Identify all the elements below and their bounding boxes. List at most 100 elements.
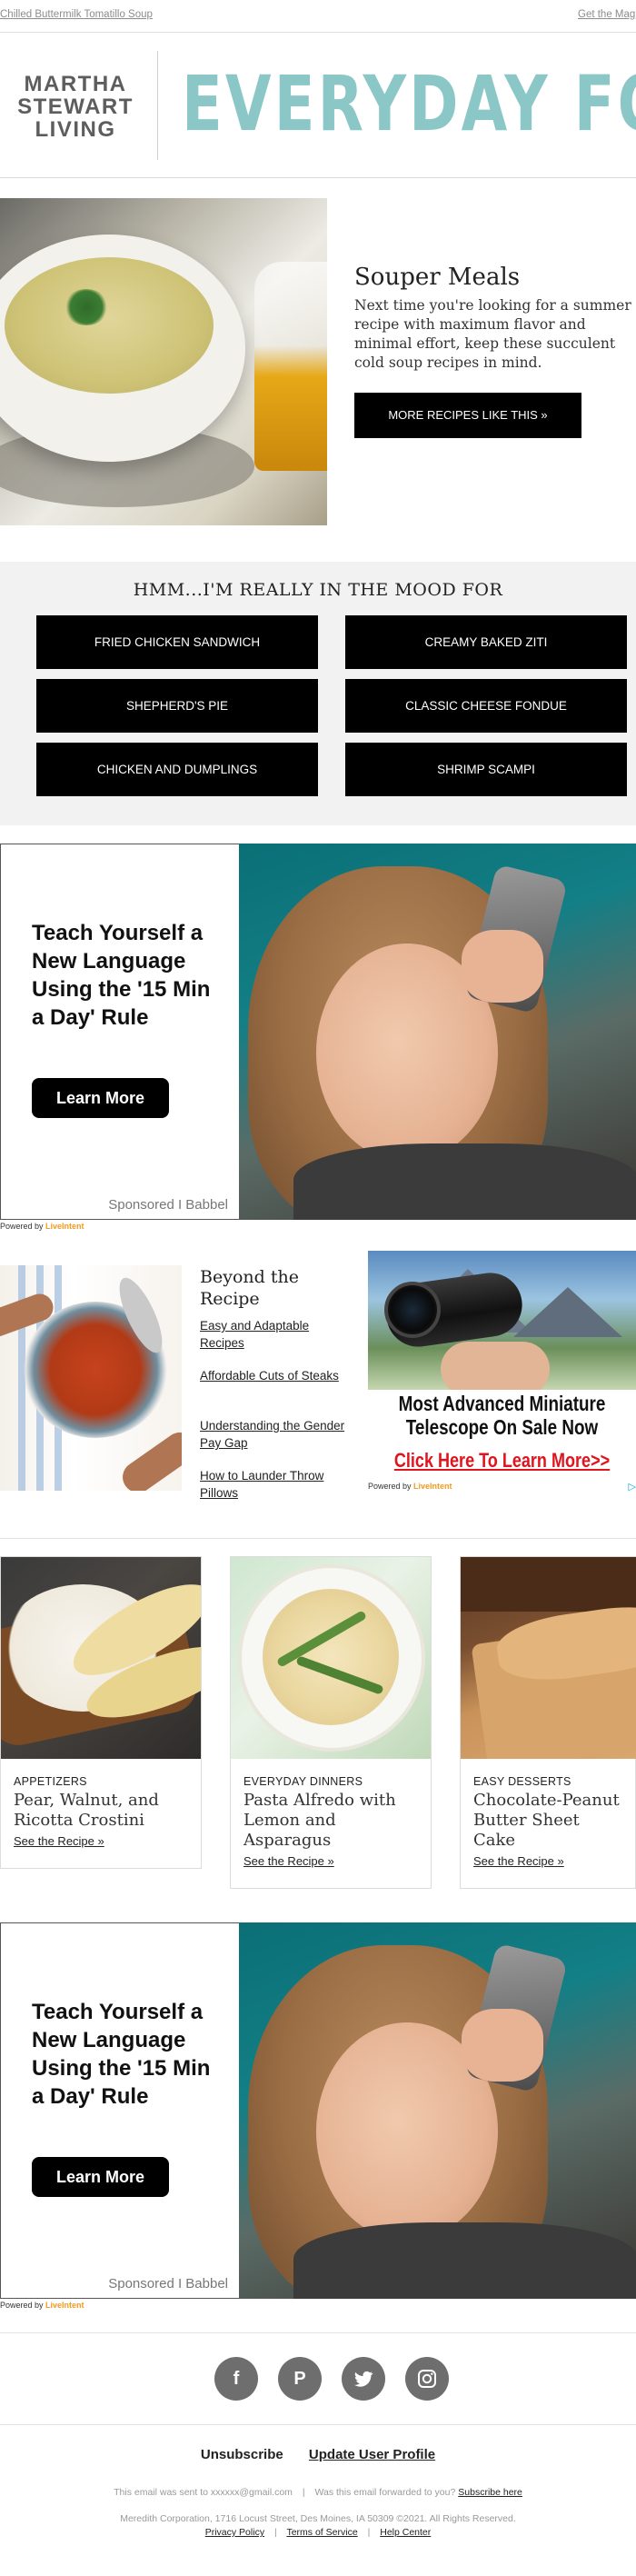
- hero-description: Next time you're looking for a summer re…: [354, 297, 631, 371]
- pinterest-glyph: P: [293, 2369, 306, 2389]
- ad-text-panel: Teach Yourself a New Language Using the …: [0, 1922, 239, 2299]
- terms-of-service-link[interactable]: Terms of Service: [286, 2527, 357, 2538]
- everyday-food-logo[interactable]: EVERYDAY FOOD: [182, 58, 636, 149]
- logo-line-2: STEWART: [17, 95, 134, 119]
- babbel-ad[interactable]: Teach Yourself a New Language Using the …: [0, 844, 636, 1220]
- ad-headline[interactable]: Teach Yourself a New Language Using the …: [32, 1998, 227, 2111]
- privacy-policy-link[interactable]: Privacy Policy: [205, 2527, 264, 2538]
- twitter-bird-shape: [354, 2371, 373, 2387]
- mood-button-fried-chicken-sandwich[interactable]: FRIED CHICKEN SANDWICH: [36, 615, 318, 669]
- preheader-bar: Chilled Buttermilk Tomatillo Soup Get th…: [0, 0, 636, 33]
- section-divider: [0, 1538, 636, 1539]
- hero-image-soup[interactable]: [0, 198, 327, 525]
- powered-by-liveintent[interactable]: Powered by LiveIntent: [0, 1222, 84, 1231]
- get-the-magazine-link[interactable]: Get the Mag: [578, 9, 635, 20]
- facebook-glyph: f: [233, 2369, 240, 2389]
- learn-more-button[interactable]: Learn More: [32, 1078, 169, 1118]
- mood-button-shepherds-pie[interactable]: SHEPHERD'S PIE: [36, 679, 318, 733]
- section-divider: [0, 2424, 636, 2425]
- hand-shape: [462, 930, 543, 1003]
- telescope-ad-image[interactable]: [368, 1251, 636, 1390]
- powered-by-prefix: Powered by: [368, 1482, 412, 1491]
- ad-photo[interactable]: [239, 1922, 636, 2299]
- mood-button-creamy-baked-ziti[interactable]: CREAMY BAKED ZITI: [345, 615, 627, 669]
- beyond-link-gender-pay-gap[interactable]: Understanding the Gender Pay Gap: [200, 1417, 354, 1452]
- see-recipe-link[interactable]: See the Recipe »: [14, 1834, 188, 1848]
- hand-shape: [441, 1342, 550, 1390]
- logo-line-3: LIVING: [35, 117, 116, 142]
- masthead: MARTHA STEWART LIVING EVERYDAY FOOD: [0, 33, 636, 178]
- glass-shape: [254, 262, 327, 471]
- recipe-image-crostini[interactable]: [1, 1557, 201, 1759]
- update-profile-link[interactable]: Update User Profile: [309, 2447, 435, 2462]
- ad-sponsor-label: Sponsored I Babbel: [108, 1197, 228, 1213]
- mountain-shape: [513, 1287, 622, 1337]
- section-divider: [0, 2332, 636, 2333]
- telescope-ad[interactable]: Most Advanced Miniature Telescope On Sal…: [368, 1251, 636, 1494]
- mood-section: HMM...I'M REALLY IN THE MOOD FOR FRIED C…: [0, 562, 636, 825]
- recipe-title[interactable]: Pasta Alfredo with Lemon and Asparagus: [243, 1791, 418, 1851]
- ad-text-panel: Teach Yourself a New Language Using the …: [0, 844, 239, 1220]
- see-recipe-link[interactable]: See the Recipe »: [473, 1854, 622, 1868]
- shirt-shape: [293, 2222, 636, 2299]
- logo-divider: [157, 51, 158, 160]
- hand-shape: [462, 2009, 543, 2082]
- see-recipe-link[interactable]: See the Recipe »: [243, 1854, 418, 1868]
- unsubscribe-link[interactable]: Unsubscribe: [201, 2447, 283, 2462]
- hero-title[interactable]: Souper Meals: [354, 264, 520, 291]
- more-recipes-button[interactable]: MORE RECIPES LIKE THIS »: [354, 393, 581, 438]
- beyond-link-throw-pillows[interactable]: How to Launder Throw Pillows: [200, 1467, 354, 1502]
- powered-by-liveintent[interactable]: Powered by LiveIntent: [368, 1482, 452, 1491]
- ad-photo[interactable]: [239, 844, 636, 1220]
- footer-address: Meredith Corporation, 1716 Locust Street…: [120, 2513, 516, 2524]
- liveintent-logo: LiveIntent: [45, 2301, 84, 2310]
- recipe-title[interactable]: Pear, Walnut, and Ricotta Crostini: [14, 1791, 188, 1831]
- powered-by-liveintent[interactable]: Powered by LiveIntent: [0, 2301, 84, 2310]
- recipe-category: EVERYDAY DINNERS: [243, 1775, 363, 1788]
- powered-by-prefix: Powered by: [0, 2301, 44, 2310]
- pinterest-icon[interactable]: P: [278, 2357, 322, 2401]
- recipe-card-crostini[interactable]: APPETIZERS Pear, Walnut, and Ricotta Cro…: [0, 1556, 202, 1869]
- instagram-icon[interactable]: [405, 2357, 449, 2401]
- beyond-link-easy-recipes[interactable]: Easy and Adaptable Recipes: [200, 1317, 354, 1352]
- twitter-icon[interactable]: [342, 2357, 385, 2401]
- herb-garnish-shape: [64, 289, 109, 325]
- lens-shape: [384, 1282, 441, 1338]
- shirt-shape: [293, 1143, 636, 1220]
- ad-headline[interactable]: Teach Yourself a New Language Using the …: [32, 919, 227, 1032]
- subscribe-link[interactable]: Subscribe here: [458, 2487, 522, 2498]
- beyond-recipe-image[interactable]: [0, 1265, 182, 1491]
- mood-title: HMM...I'M REALLY IN THE MOOD FOR: [133, 580, 503, 600]
- arm-shape: [116, 1426, 182, 1491]
- adchoices-icon[interactable]: ▷: [629, 1481, 636, 1493]
- recipe-title[interactable]: Chocolate-Peanut Butter Sheet Cake: [473, 1791, 622, 1851]
- recipe-image-pasta[interactable]: [231, 1557, 431, 1759]
- recipe-image-sheet-cake[interactable]: [461, 1557, 636, 1759]
- footer-legal-links: Privacy Policy | Terms of Service | Help…: [0, 2527, 636, 2538]
- beyond-link-steaks[interactable]: Affordable Cuts of Steaks: [200, 1367, 354, 1384]
- instagram-camera-shape: [418, 2370, 436, 2388]
- soup-shape: [5, 257, 214, 394]
- mood-button-classic-cheese-fondue[interactable]: CLASSIC CHEESE FONDUE: [345, 679, 627, 733]
- logo-line-1: MARTHA: [24, 72, 127, 96]
- learn-more-button[interactable]: Learn More: [32, 2157, 169, 2197]
- separator: |: [302, 2487, 305, 2498]
- martha-stewart-logo[interactable]: MARTHA STEWART LIVING: [16, 73, 134, 141]
- sent-to-text: This email was sent to xxxxxx@gmail.com: [114, 2487, 293, 2498]
- help-center-link[interactable]: Help Center: [380, 2527, 431, 2538]
- mood-button-shrimp-scampi[interactable]: SHRIMP SCAMPI: [345, 743, 627, 796]
- telescope-ad-headline[interactable]: Most Advanced Miniature Telescope On Sal…: [393, 1392, 612, 1439]
- recipe-card-sheet-cake[interactable]: EASY DESSERTS Chocolate-Peanut Butter Sh…: [460, 1556, 636, 1889]
- preheader-link[interactable]: Chilled Buttermilk Tomatillo Soup: [0, 9, 153, 20]
- powered-by-prefix: Powered by: [0, 1222, 44, 1231]
- beyond-the-recipe-title: Beyond the Recipe: [200, 1267, 299, 1309]
- facebook-icon[interactable]: f: [214, 2357, 258, 2401]
- liveintent-logo: LiveIntent: [413, 1482, 452, 1491]
- babbel-ad-2[interactable]: Teach Yourself a New Language Using the …: [0, 1922, 636, 2299]
- mood-button-chicken-and-dumplings[interactable]: CHICKEN AND DUMPLINGS: [36, 743, 318, 796]
- telescope-ad-cta[interactable]: Click Here To Learn More>>: [393, 1449, 612, 1473]
- recipe-card-pasta[interactable]: EVERYDAY DINNERS Pasta Alfredo with Lemo…: [230, 1556, 432, 1889]
- forwarded-text: Was this email forwarded to you?: [314, 2487, 456, 2498]
- cake-top-shape: [461, 1557, 636, 1612]
- separator: |: [367, 2527, 371, 2538]
